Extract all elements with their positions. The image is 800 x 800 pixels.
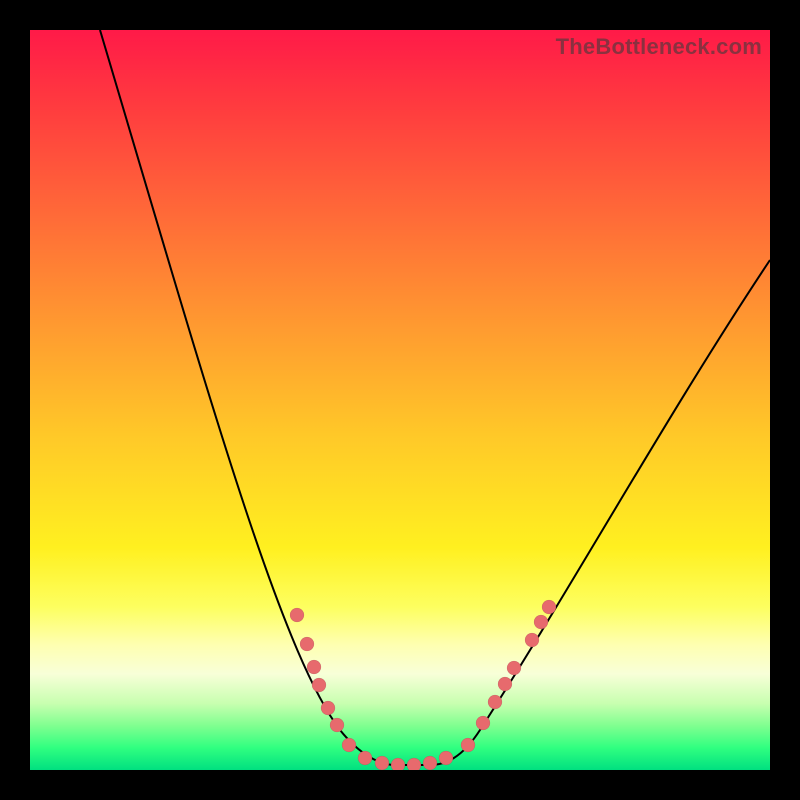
data-point (476, 716, 490, 730)
plot-area: TheBottleneck.com (30, 30, 770, 770)
chart-frame: TheBottleneck.com (0, 0, 800, 800)
data-points (290, 600, 556, 770)
data-point (488, 695, 502, 709)
bottleneck-curve (100, 30, 770, 765)
data-point (439, 751, 453, 765)
data-point (407, 758, 421, 770)
data-point (391, 758, 405, 770)
data-point (498, 677, 512, 691)
data-point (525, 633, 539, 647)
data-point (330, 718, 344, 732)
data-point (312, 678, 326, 692)
data-point (461, 738, 475, 752)
data-point (321, 701, 335, 715)
data-point (507, 661, 521, 675)
data-point (342, 738, 356, 752)
data-point (307, 660, 321, 674)
chart-svg (30, 30, 770, 770)
data-point (300, 637, 314, 651)
data-point (542, 600, 556, 614)
data-point (423, 756, 437, 770)
data-point (290, 608, 304, 622)
data-point (375, 756, 389, 770)
data-point (534, 615, 548, 629)
data-point (358, 751, 372, 765)
